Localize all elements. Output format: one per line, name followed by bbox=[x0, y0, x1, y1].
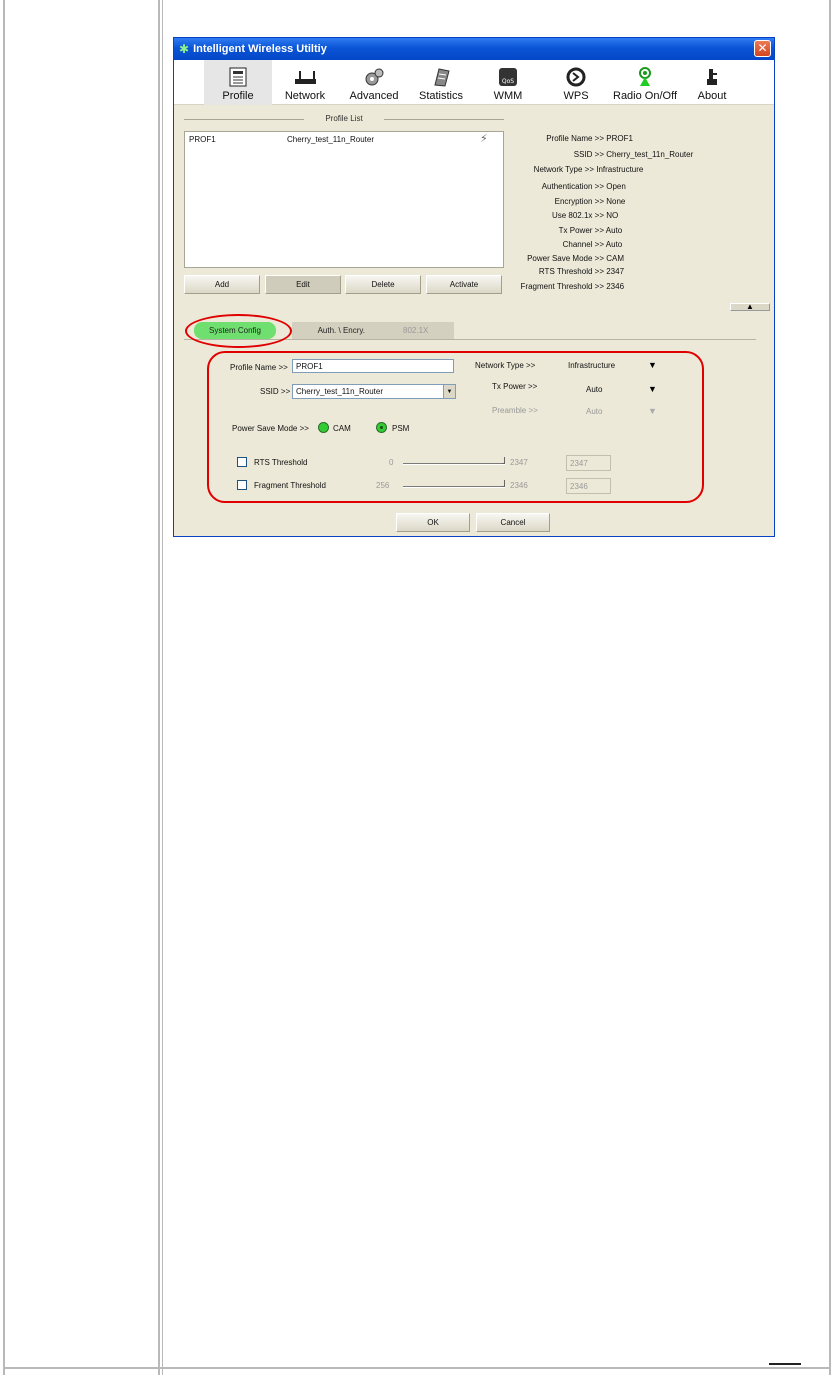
delete-button[interactable]: Delete bbox=[345, 275, 421, 294]
tab-about-label: About bbox=[697, 90, 727, 102]
highlight-oval-form bbox=[207, 351, 704, 503]
detail-label: Tx Power >> bbox=[558, 226, 604, 235]
tab-radio-label: Radio On/Off bbox=[613, 90, 677, 102]
doc-border-left bbox=[3, 0, 5, 1375]
detail-label: Use 802.1x >> bbox=[551, 211, 604, 220]
detail-tx-power: Tx Power >> Auto bbox=[514, 226, 623, 235]
window-title: Intelligent Wireless Utiltiy bbox=[193, 43, 327, 55]
detail-rts-threshold: RTS Threshold >> 2347 bbox=[514, 267, 624, 276]
tab-statistics[interactable]: Statistics bbox=[412, 60, 470, 105]
tab-profile-label: Profile bbox=[222, 90, 254, 102]
tab-about[interactable]: About bbox=[690, 60, 734, 105]
tab-wmm-label: WMM bbox=[493, 90, 523, 102]
doc-border-col2 bbox=[162, 0, 163, 1375]
activate-button[interactable]: Activate bbox=[426, 275, 502, 294]
app-icon: ✱ bbox=[179, 42, 190, 56]
detail-label: Encryption >> bbox=[554, 197, 604, 206]
detail-label: RTS Threshold >> bbox=[538, 267, 604, 276]
tab-wps[interactable]: WPS bbox=[552, 60, 600, 105]
toolbar: Profile Network Advanced Statistics QoS … bbox=[174, 60, 774, 105]
edit-button[interactable]: Edit bbox=[265, 275, 341, 294]
tab-radio-on-off[interactable]: Radio On/Off bbox=[607, 60, 683, 105]
detail-value: Open bbox=[606, 182, 626, 191]
detail-value: 2346 bbox=[606, 282, 625, 291]
detail-value: CAM bbox=[606, 254, 625, 263]
detail-power-save-mode: Power Save Mode >> CAM bbox=[514, 254, 624, 263]
detail-profile-name: Profile Name >> PROF1 bbox=[514, 134, 633, 143]
profile-row-name: PROF1 bbox=[189, 135, 216, 144]
detail-value: Auto bbox=[605, 240, 623, 249]
profile-list: PROF1 Cherry_test_11n_Router ⚡ bbox=[184, 131, 504, 268]
network-icon bbox=[294, 67, 316, 87]
detail-ssid: SSID >> Cherry_test_11n_Router bbox=[514, 150, 694, 159]
detail-encryption: Encryption >> None bbox=[514, 197, 626, 206]
detail-label: Channel >> bbox=[562, 240, 604, 249]
detail-network-type: Network Type >> Infrastructure bbox=[514, 165, 644, 174]
detail-label: Authentication >> bbox=[541, 182, 604, 191]
connection-status-icon: ⚡ bbox=[480, 133, 488, 145]
profile-row-ssid: Cherry_test_11n_Router bbox=[287, 135, 375, 144]
detail-value: PROF1 bbox=[606, 134, 633, 143]
tab-profile[interactable]: Profile bbox=[204, 60, 272, 105]
detail-label: Power Save Mode >> bbox=[527, 254, 604, 263]
detail-authentication: Authentication >> Open bbox=[514, 182, 626, 191]
page-number-mark bbox=[769, 1363, 801, 1365]
tab-wmm[interactable]: QoS WMM bbox=[484, 60, 532, 105]
detail-value: NO bbox=[606, 211, 619, 220]
profile-list-title: Profile List bbox=[184, 114, 504, 123]
detail-label: Fragment Threshold >> bbox=[520, 282, 604, 291]
detail-value: Cherry_test_11n_Router bbox=[606, 150, 694, 159]
title-bar: ✱ Intelligent Wireless Utiltiy ✕ bbox=[174, 38, 774, 60]
doc-border-right bbox=[829, 0, 831, 1375]
advanced-icon bbox=[363, 67, 385, 87]
detail-use-8021x: Use 802.1x >> NO bbox=[514, 211, 618, 220]
detail-channel: Channel >> Auto bbox=[514, 240, 623, 249]
ok-button[interactable]: OK bbox=[396, 513, 470, 532]
detail-value: Auto bbox=[605, 226, 623, 235]
collapse-button[interactable]: ▲ bbox=[730, 303, 770, 311]
detail-fragment-threshold: Fragment Threshold >> 2346 bbox=[514, 282, 624, 291]
tab-network[interactable]: Network bbox=[277, 60, 333, 105]
detail-label: Profile Name >> bbox=[546, 134, 604, 143]
tab-advanced-label: Advanced bbox=[349, 90, 399, 102]
about-icon bbox=[701, 67, 723, 87]
radio-icon bbox=[634, 67, 656, 87]
statistics-icon bbox=[430, 67, 452, 87]
highlight-oval-tab bbox=[185, 314, 292, 348]
wmm-icon: QoS bbox=[497, 67, 519, 87]
utility-window: ✱ Intelligent Wireless Utiltiy ✕ Profile… bbox=[173, 37, 775, 537]
detail-label: SSID >> bbox=[573, 150, 604, 159]
tab-8021x-label: 802.1X bbox=[403, 326, 429, 335]
tab-auth-label: Auth. \ Encry. bbox=[317, 326, 366, 335]
detail-value: Infrastructure bbox=[596, 165, 644, 174]
wps-icon bbox=[565, 67, 587, 87]
detail-value: 2347 bbox=[606, 267, 625, 276]
doc-border-col bbox=[158, 0, 160, 1375]
list-item[interactable]: PROF1 Cherry_test_11n_Router ⚡ bbox=[185, 132, 503, 145]
doc-border-bottom bbox=[3, 1367, 831, 1369]
tab-statistics-label: Statistics bbox=[418, 90, 463, 102]
detail-label: Network Type >> bbox=[533, 165, 594, 174]
tab-network-label: Network bbox=[284, 90, 326, 102]
cancel-button[interactable]: Cancel bbox=[476, 513, 550, 532]
tab-advanced[interactable]: Advanced bbox=[344, 60, 404, 105]
tab-wps-label: WPS bbox=[563, 90, 589, 102]
add-button[interactable]: Add bbox=[184, 275, 260, 294]
tab-auth-encry[interactable]: Auth. \ Encry. 802.1X bbox=[292, 322, 454, 339]
close-button[interactable]: ✕ bbox=[754, 40, 771, 57]
detail-value: None bbox=[606, 197, 626, 206]
profile-icon bbox=[227, 67, 249, 87]
svg-text:QoS: QoS bbox=[502, 78, 514, 85]
